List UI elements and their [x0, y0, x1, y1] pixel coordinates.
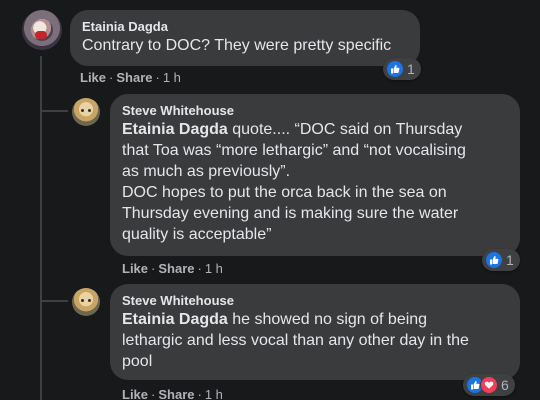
- share-link[interactable]: Share: [158, 261, 194, 276]
- reaction-summary[interactable]: 1: [383, 58, 421, 80]
- separator: ·: [197, 387, 202, 400]
- comment-text-line: Thursday evening and is making sure the …: [122, 205, 459, 222]
- avatar-detail: [88, 299, 91, 302]
- thread-branch: [40, 110, 68, 112]
- comment-bubble: Etainia Dagda Contrary to DOC? They were…: [70, 10, 420, 66]
- comment-actions: Like · Share · 1 h: [80, 70, 181, 86]
- reaction-summary[interactable]: 6: [463, 374, 515, 396]
- separator: ·: [151, 261, 156, 276]
- avatar[interactable]: [72, 288, 100, 316]
- comment-text-line: quality is acceptable”: [122, 226, 272, 243]
- reaction-count: 1: [407, 61, 415, 77]
- like-link[interactable]: Like: [80, 70, 106, 85]
- share-link[interactable]: Share: [116, 70, 152, 85]
- comment-actions: Like · Share · 1 h: [122, 387, 223, 400]
- comment-text: Etainia Dagda he showed no sign of being…: [122, 309, 508, 372]
- heart-icon: [480, 376, 498, 394]
- mention-link[interactable]: Etainia Dagda: [122, 121, 228, 138]
- comment-author[interactable]: Steve Whitehouse: [122, 102, 508, 119]
- reaction-count: 6: [501, 377, 509, 393]
- comment-author[interactable]: Steve Whitehouse: [122, 292, 508, 309]
- like-link[interactable]: Like: [122, 387, 148, 400]
- separator: ·: [197, 261, 202, 276]
- thread-line: [40, 56, 42, 400]
- reaction-count: 1: [506, 252, 514, 268]
- share-link[interactable]: Share: [158, 387, 194, 400]
- avatar-detail: [88, 109, 91, 112]
- separator: ·: [109, 70, 114, 85]
- comment-author[interactable]: Etainia Dagda: [82, 18, 408, 35]
- avatar[interactable]: [72, 98, 100, 126]
- comment-text-line: quote.... “DOC said on Thursday: [227, 121, 463, 138]
- comment-actions: Like · Share · 1 h: [122, 261, 223, 277]
- separator: ·: [155, 70, 160, 85]
- comment-text: Etainia Dagda quote.... “DOC said on Thu…: [122, 119, 508, 245]
- timestamp[interactable]: 1 h: [205, 261, 223, 276]
- comment-text-line: pool: [122, 353, 153, 370]
- comment-bubble: Steve Whitehouse Etainia Dagda he showed…: [110, 284, 520, 380]
- mention-link[interactable]: Etainia Dagda: [122, 311, 228, 328]
- thread-branch: [40, 300, 68, 302]
- avatar-detail: [81, 299, 84, 302]
- thumbs-up-icon: [485, 251, 503, 269]
- comment-text-line: DOC hopes to put the orca back in the se…: [122, 184, 447, 201]
- reaction-summary[interactable]: 1: [482, 249, 520, 271]
- like-link[interactable]: Like: [122, 261, 148, 276]
- comment-text: Contrary to DOC? They were pretty specif…: [82, 37, 392, 54]
- comment-bubble: Steve Whitehouse Etainia Dagda quote....…: [110, 94, 520, 256]
- timestamp[interactable]: 1 h: [205, 387, 223, 400]
- comment-text-line: as much as previously”.: [122, 163, 291, 180]
- comment-thread: Etainia Dagda Contrary to DOC? They were…: [0, 0, 540, 400]
- avatar-detail: [35, 31, 47, 39]
- comment-text-line: he showed no sign of being: [227, 311, 428, 328]
- comment-text-line: lethargic and less vocal than any other …: [122, 332, 469, 349]
- thumbs-up-icon: [386, 60, 404, 78]
- avatar[interactable]: [22, 10, 62, 50]
- comment-text-line: that Toa was “more lethargic” and “not v…: [122, 142, 466, 159]
- timestamp[interactable]: 1 h: [163, 70, 181, 85]
- separator: ·: [151, 387, 156, 400]
- avatar-detail: [81, 109, 84, 112]
